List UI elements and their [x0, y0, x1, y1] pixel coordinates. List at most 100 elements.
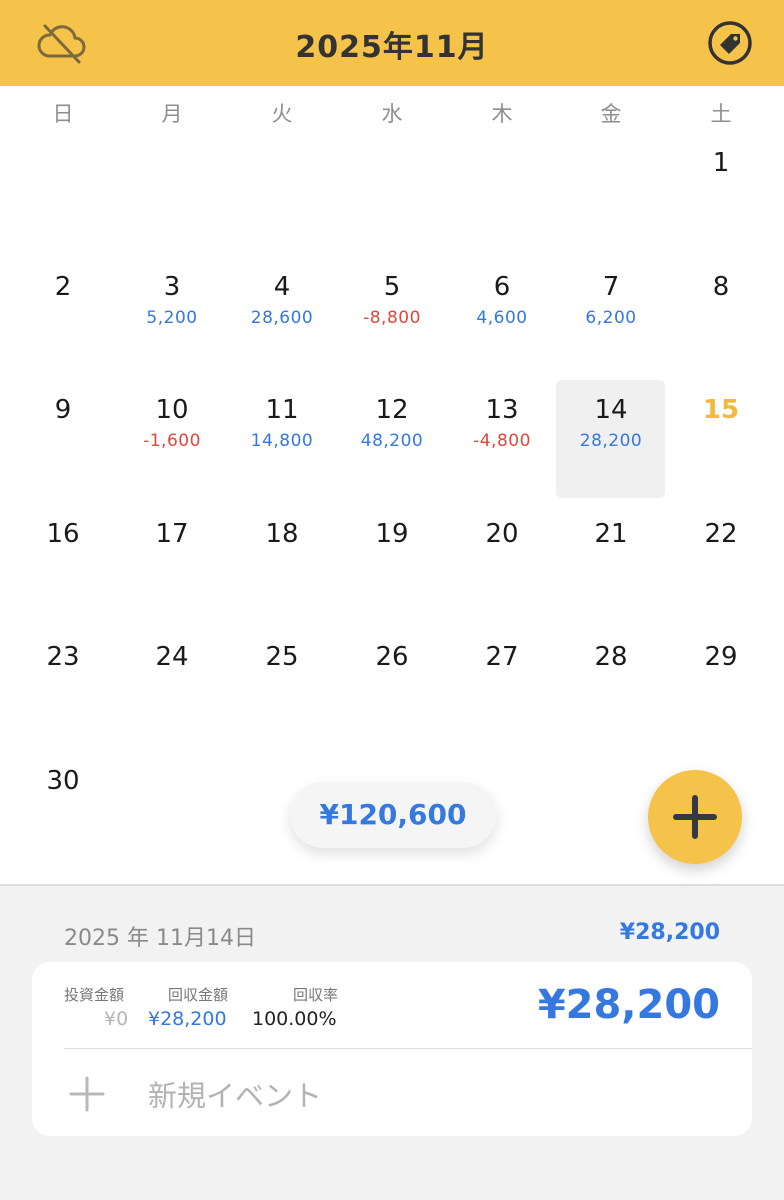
day-amount: 14,800 — [250, 431, 314, 451]
day-number: 23 — [46, 642, 80, 672]
calendar-day[interactable]: 4 28,600 — [226, 260, 338, 378]
day-number: 18 — [265, 519, 299, 549]
day-number: 13 — [485, 395, 519, 425]
calendar-day[interactable]: 30 — [7, 754, 119, 872]
day-number: 21 — [594, 519, 628, 549]
day-number: 6 — [493, 272, 511, 302]
calendar-day[interactable]: 3 5,200 — [116, 260, 228, 378]
card-divider — [64, 1048, 752, 1049]
calendar-day[interactable]: 6 4,600 — [446, 260, 558, 378]
weekday-header: 日 月 火 水 木 金 土 — [0, 98, 784, 128]
rate-value: 100.00% — [252, 1008, 337, 1030]
weekday-mon: 月 — [161, 102, 183, 126]
calendar-day-selected[interactable]: 14 28,200 — [555, 380, 667, 501]
calendar-day[interactable]: 9 — [7, 383, 119, 501]
calendar-day[interactable]: 26 — [336, 630, 448, 748]
day-amount: -1,600 — [143, 431, 201, 451]
calendar-day[interactable]: 22 — [665, 507, 777, 625]
weekday-thu: 木 — [491, 102, 513, 126]
day-amount: 4,600 — [476, 308, 528, 328]
calendar-day[interactable]: 1 — [665, 136, 777, 254]
calendar-day[interactable]: 25 — [226, 630, 338, 748]
calendar-day-today[interactable]: 15 — [665, 383, 777, 501]
invest-value: ¥0 — [104, 1008, 129, 1030]
day-amount: 28,600 — [250, 308, 314, 328]
return-label: 回収金額 — [168, 986, 229, 1004]
day-summary-card: 投資金額 回収金額 回収率 ¥0 ¥28,200 100.00% ¥28,200… — [32, 962, 752, 1136]
day-number: 12 — [375, 395, 409, 425]
calendar-day[interactable]: 23 — [7, 630, 119, 748]
day-number: 17 — [155, 519, 189, 549]
day-amount: 5,200 — [146, 308, 198, 328]
day-number: 15 — [702, 395, 740, 425]
calendar-day[interactable]: 2 — [7, 260, 119, 378]
weekday-sun: 日 — [52, 102, 74, 126]
day-number: 8 — [712, 272, 730, 302]
day-number: 27 — [485, 642, 519, 672]
day-number: 2 — [54, 272, 72, 302]
day-amount: -8,800 — [363, 308, 421, 328]
calendar-day[interactable]: 20 — [446, 507, 558, 625]
day-number: 22 — [704, 519, 738, 549]
calendar-day[interactable]: 27 — [446, 630, 558, 748]
calendar-day[interactable]: 17 — [116, 507, 228, 625]
calendar-day[interactable]: 12 48,200 — [336, 383, 448, 501]
day-number: 20 — [485, 519, 519, 549]
panel-divider — [0, 884, 784, 886]
weekday-sat: 土 — [710, 102, 732, 126]
calendar-day[interactable]: 5 -8,800 — [336, 260, 448, 378]
calendar-day[interactable]: 10 -1,600 — [116, 383, 228, 501]
day-amount: -4,800 — [473, 431, 531, 451]
day-number: 19 — [375, 519, 409, 549]
plus-icon — [673, 795, 717, 839]
weekday-wed: 水 — [381, 102, 403, 126]
calendar-day[interactable]: 19 — [336, 507, 448, 625]
add-button[interactable] — [648, 770, 742, 864]
day-number: 24 — [155, 642, 189, 672]
calendar-grid: 日 月 火 水 木 金 土 1 2 3 5,200 4 28,600 5 -8,… — [0, 86, 784, 884]
weekday-tue: 火 — [271, 102, 293, 126]
weekday-fri: 金 — [600, 102, 622, 126]
day-number: 30 — [46, 766, 80, 796]
day-number: 29 — [704, 642, 738, 672]
selected-date: 2025 年 11月14日 — [64, 926, 256, 951]
day-number: 16 — [46, 519, 80, 549]
day-profit-amount: ¥28,200 — [537, 982, 720, 1028]
day-number: 25 — [265, 642, 299, 672]
day-number: 1 — [712, 148, 730, 178]
new-event-label: 新規イベント — [148, 1079, 323, 1113]
calendar-day[interactable]: 7 6,200 — [555, 260, 667, 378]
day-number: 7 — [602, 272, 620, 302]
day-number: 26 — [375, 642, 409, 672]
calendar-day[interactable]: 24 — [116, 630, 228, 748]
day-amount: 28,200 — [579, 431, 643, 451]
calendar-day[interactable]: 13 -4,800 — [446, 383, 558, 501]
day-number: 5 — [383, 272, 401, 302]
selected-date-total: ¥28,200 — [619, 920, 720, 945]
calendar-day[interactable]: 18 — [226, 507, 338, 625]
app-header: 2025年11月 — [0, 0, 784, 86]
day-number: 14 — [594, 395, 628, 425]
day-amount: 6,200 — [585, 308, 637, 328]
day-number: 11 — [265, 395, 299, 425]
calendar-day[interactable]: 21 — [555, 507, 667, 625]
month-total-pill[interactable]: ¥120,600 — [290, 782, 496, 848]
invest-label: 投資金額 — [64, 986, 125, 1004]
calendar-day[interactable]: 28 — [555, 630, 667, 748]
tag-icon[interactable] — [702, 18, 758, 68]
calendar-day[interactable]: 29 — [665, 630, 777, 748]
day-number: 10 — [155, 395, 189, 425]
return-value: ¥28,200 — [148, 1008, 227, 1030]
day-number: 4 — [273, 272, 291, 302]
day-amount: 48,200 — [360, 431, 424, 451]
new-event-button[interactable]: 新規イベント — [68, 1064, 568, 1124]
calendar-day[interactable]: 16 — [7, 507, 119, 625]
calendar-day[interactable]: 11 14,800 — [226, 383, 338, 501]
rate-label: 回収率 — [293, 986, 339, 1004]
day-number: 3 — [163, 272, 181, 302]
calendar-day[interactable]: 8 — [665, 260, 777, 378]
day-number: 28 — [594, 642, 628, 672]
month-title: 2025年11月 — [295, 30, 489, 65]
day-number: 9 — [54, 395, 72, 425]
plus-icon — [69, 1076, 105, 1112]
